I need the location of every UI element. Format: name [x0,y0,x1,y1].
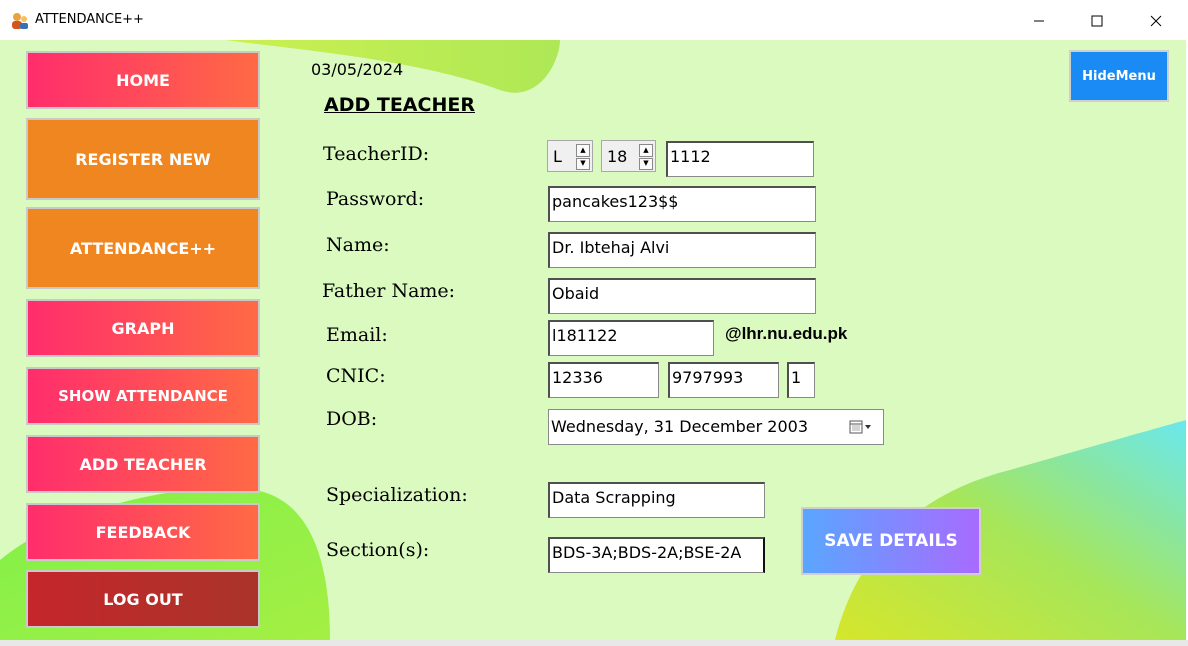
nav-graph-button[interactable]: GRAPH [26,299,260,357]
close-button[interactable] [1133,7,1179,35]
password-input[interactable]: pancakes123$$ [548,186,816,222]
email-label: Email: [326,324,388,346]
maximize-button[interactable] [1074,7,1120,35]
email-domain-text: @lhr.nu.edu.pk [725,324,848,343]
calendar-dropdown-icon[interactable] [849,420,875,434]
dob-label: DOB: [326,408,378,430]
nav-home-button[interactable]: HOME [26,51,260,109]
spin-up-icon[interactable]: ▲ [639,144,653,157]
spin-up-icon[interactable]: ▲ [576,144,590,157]
father-name-label: Father Name: [322,280,456,302]
sections-input[interactable]: BDS-3A;BDS-2A;BSE-2A [548,537,765,573]
password-label: Password: [326,188,425,210]
email-input[interactable]: l181122 [548,320,714,356]
minimize-icon [1034,20,1044,22]
save-details-button[interactable]: SAVE DETAILS [801,507,981,575]
minimize-button[interactable] [1016,7,1062,35]
id-year-spinner[interactable]: 18 ▲ ▼ [601,140,656,172]
specialization-input[interactable]: Data Scrapping [548,482,765,518]
maximize-icon [1091,15,1103,27]
client-area: HOME REGISTER NEW ATTENDANCE++ GRAPH SHO… [0,40,1186,640]
dob-value: Wednesday, 31 December 2003 [551,417,809,436]
title-bar: ATTENDANCE++ [0,0,1188,40]
specialization-label: Specialization: [326,484,468,506]
nav-feedback-button[interactable]: FEEDBACK [26,503,260,561]
hide-menu-button[interactable]: HideMenu [1069,50,1169,102]
close-icon [1150,15,1162,27]
id-number-input[interactable]: 1112 [666,141,814,177]
father-name-input[interactable]: Obaid [548,278,816,314]
nav-log-out-button[interactable]: LOG OUT [26,570,260,628]
spin-down-icon[interactable]: ▼ [639,157,653,170]
teacher-id-label: TeacherID: [323,143,430,165]
sections-label: Section(s): [326,539,430,561]
nav-add-teacher-button[interactable]: ADD TEACHER [26,435,260,493]
taskbar-edge [0,640,1188,646]
nav-register-new-button[interactable]: REGISTER NEW [26,118,260,200]
name-label: Name: [326,234,390,256]
nav-show-attendance-button[interactable]: SHOW ATTENDANCE [26,367,260,425]
cnic-label: CNIC: [326,365,386,387]
id-prefix-spinner[interactable]: L ▲ ▼ [547,140,593,172]
app-users-icon [12,13,28,29]
cnic-part2-input[interactable]: 9797993 [668,362,779,398]
nav-attendance-button[interactable]: ATTENDANCE++ [26,207,260,289]
cnic-part1-input[interactable]: 12336 [548,362,659,398]
dob-date-picker[interactable]: Wednesday, 31 December 2003 [548,409,884,445]
name-input[interactable]: Dr. Ibtehaj Alvi [548,232,816,268]
window-title: ATTENDANCE++ [35,12,144,27]
spin-down-icon[interactable]: ▼ [576,157,590,170]
cnic-part3-input[interactable]: 1 [787,362,815,398]
current-date: 03/05/2024 [311,60,404,79]
id-prefix-value: L [553,146,562,166]
app-window: ATTENDANCE++ HOME REGISTER NEW ATTENDANC… [0,0,1188,646]
page-title: ADD TEACHER [324,94,475,116]
id-year-value: 18 [607,146,628,166]
